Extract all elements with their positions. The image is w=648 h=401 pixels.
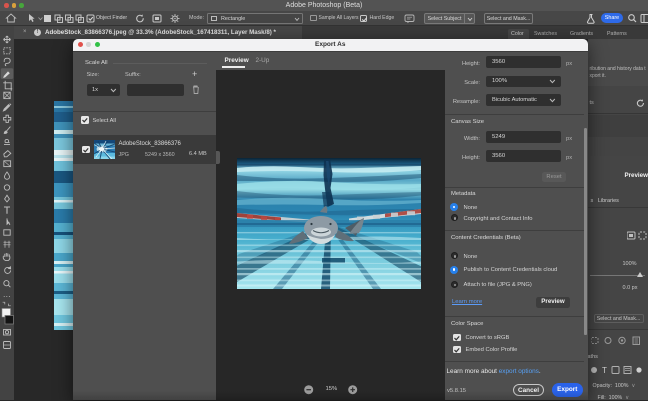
svg-text:T: T bbox=[602, 366, 607, 375]
